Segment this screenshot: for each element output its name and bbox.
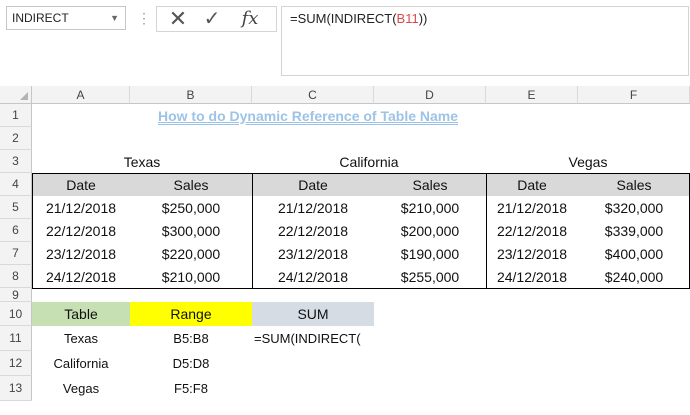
table-name-vegas[interactable]: Vegas (486, 150, 690, 173)
row-header-4[interactable]: 4 (0, 173, 32, 196)
row-header-11[interactable]: 11 (0, 326, 32, 351)
sales-cell[interactable]: $200,000 (374, 219, 486, 242)
sales-cell[interactable]: $400,000 (578, 242, 690, 265)
lookup-range-cell[interactable]: D5:D8 (130, 351, 252, 376)
cancel-icon[interactable]: ✕ (163, 7, 193, 31)
row-header-8[interactable]: 8 (0, 265, 32, 288)
lookup-table-cell[interactable]: Texas (32, 326, 130, 351)
enter-check-icon[interactable]: ✓ (197, 7, 227, 31)
date-cell[interactable]: 22/12/2018 (252, 219, 374, 242)
date-cell[interactable]: 21/12/2018 (32, 196, 130, 219)
formula-input[interactable]: =SUM(INDIRECT(B11)) (281, 6, 689, 76)
formula-reference: B11 (396, 11, 419, 26)
date-cell[interactable]: 24/12/2018 (252, 265, 374, 288)
table-name-texas[interactable]: Texas (32, 150, 252, 173)
sales-cell[interactable]: $255,000 (374, 265, 486, 288)
header-cell-sales[interactable]: Sales (130, 173, 252, 196)
lookup-header-sum[interactable]: SUM (252, 302, 374, 326)
header-cell-date[interactable]: Date (486, 173, 578, 196)
column-header-d[interactable]: D (374, 86, 486, 104)
date-cell[interactable]: 23/12/2018 (32, 242, 130, 265)
insert-function-icon[interactable]: fx (235, 7, 265, 31)
lookup-sum-formula-cell[interactable]: =SUM(INDIRECT( (252, 326, 374, 351)
sales-cell[interactable]: $210,000 (130, 265, 252, 288)
sheet-title[interactable]: How to do Dynamic Reference of Table Nam… (130, 104, 486, 127)
row-header-2[interactable]: 2 (0, 127, 32, 150)
lookup-header-range[interactable]: Range (130, 302, 252, 326)
sales-cell[interactable]: $339,000 (578, 219, 690, 242)
header-cell-date[interactable]: Date (252, 173, 374, 196)
row-header-10[interactable]: 10 (0, 302, 32, 326)
column-header-a[interactable]: A (32, 86, 130, 104)
date-cell[interactable]: 23/12/2018 (252, 242, 374, 265)
name-box[interactable]: INDIRECT ▼ (6, 6, 126, 30)
date-cell[interactable]: 24/12/2018 (32, 265, 130, 288)
row-header-6[interactable]: 6 (0, 219, 32, 242)
row-header-12[interactable]: 12 (0, 351, 32, 376)
formula-buttons: ✕ ✓ fx (156, 6, 277, 32)
date-cell[interactable]: 23/12/2018 (486, 242, 578, 265)
lookup-table-cell[interactable]: Vegas (32, 376, 130, 401)
date-cell[interactable]: 21/12/2018 (486, 196, 578, 219)
sales-cell[interactable]: $210,000 (374, 196, 486, 219)
header-cell-sales[interactable]: Sales (374, 173, 486, 196)
column-header-e[interactable]: E (486, 86, 578, 104)
sales-cell[interactable]: $220,000 (130, 242, 252, 265)
sales-cell[interactable]: $320,000 (578, 196, 690, 219)
kebab-separator-icon: ⋮ (137, 10, 151, 26)
select-all-corner[interactable] (0, 86, 32, 104)
lookup-header-table[interactable]: Table (32, 302, 130, 326)
sales-cell[interactable]: $240,000 (578, 265, 690, 288)
lookup-table-cell[interactable]: California (32, 351, 130, 376)
name-box-value: INDIRECT (12, 11, 69, 25)
worksheet-grid[interactable]: A B C D E F 1 2 3 4 5 6 7 8 9 10 11 12 1… (0, 86, 690, 415)
lookup-range-cell[interactable]: B5:B8 (130, 326, 252, 351)
row-header-1[interactable]: 1 (0, 104, 32, 127)
lookup-range-cell[interactable]: F5:F8 (130, 376, 252, 401)
column-header-c[interactable]: C (252, 86, 374, 104)
sales-cell[interactable]: $300,000 (130, 219, 252, 242)
row-header-7[interactable]: 7 (0, 242, 32, 265)
formula-suffix: )) (418, 11, 428, 26)
date-cell[interactable]: 21/12/2018 (252, 196, 374, 219)
row-header-9[interactable]: 9 (0, 288, 32, 302)
formula-prefix: =SUM(INDIRECT( (290, 11, 397, 26)
header-cell-sales[interactable]: Sales (578, 173, 690, 196)
row-header-5[interactable]: 5 (0, 196, 32, 219)
chevron-down-icon[interactable]: ▼ (110, 7, 119, 29)
column-header-b[interactable]: B (130, 86, 252, 104)
column-header-f[interactable]: F (578, 86, 690, 104)
formula-bar-area: INDIRECT ▼ ⋮ ✕ ✓ fx =SUM(INDIRECT(B11)) (0, 0, 690, 86)
date-cell[interactable]: 22/12/2018 (32, 219, 130, 242)
date-cell[interactable]: 24/12/2018 (486, 265, 578, 288)
sales-cell[interactable]: $250,000 (130, 196, 252, 219)
sales-cell[interactable]: $190,000 (374, 242, 486, 265)
date-cell[interactable]: 22/12/2018 (486, 219, 578, 242)
row-header-13[interactable]: 13 (0, 376, 32, 401)
row-header-3[interactable]: 3 (0, 150, 32, 173)
table-name-california[interactable]: California (252, 150, 486, 173)
header-cell-date[interactable]: Date (32, 173, 130, 196)
